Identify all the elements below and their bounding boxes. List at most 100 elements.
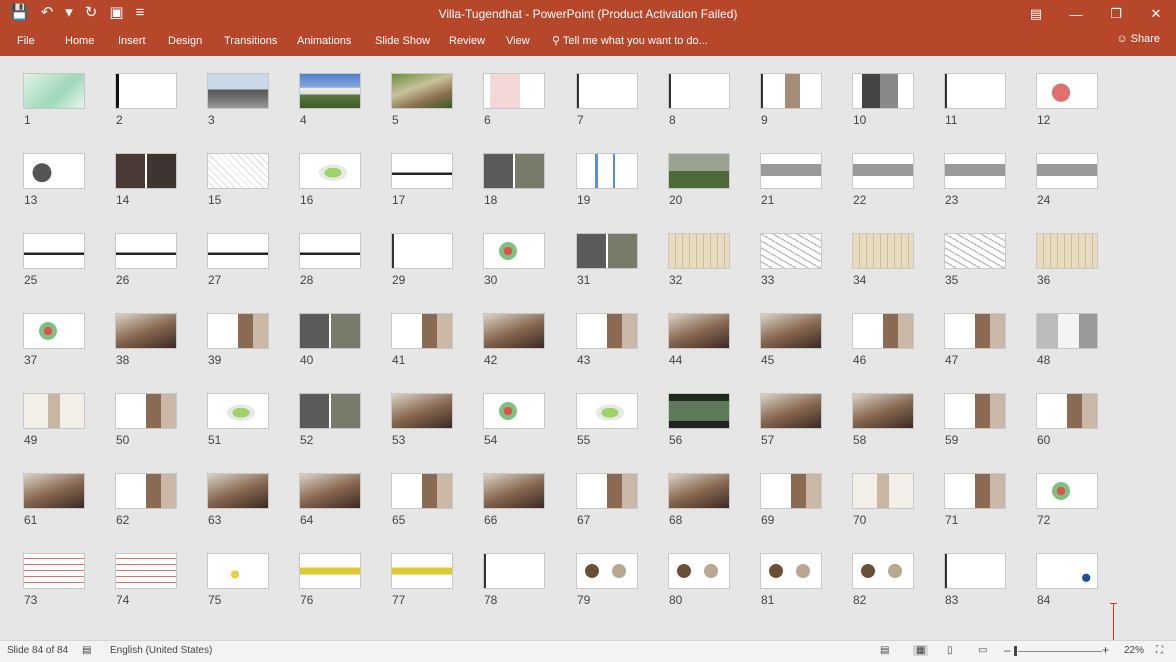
tab-transitions[interactable]: Transitions <box>224 35 277 47</box>
slide-thumbnail[interactable] <box>207 393 269 429</box>
slide-thumbnail[interactable] <box>391 153 453 189</box>
slide-thumbnail[interactable] <box>668 473 730 509</box>
slide-thumbnail[interactable] <box>391 73 453 109</box>
slide-thumbnail[interactable] <box>299 233 361 269</box>
tab-insert[interactable]: Insert <box>118 35 146 47</box>
slide-thumbnail[interactable] <box>576 153 638 189</box>
slide-thumbnail[interactable] <box>944 153 1006 189</box>
slide-thumbnail[interactable] <box>391 473 453 509</box>
slide-thumbnail[interactable] <box>668 553 730 589</box>
tab-slide-show[interactable]: Slide Show <box>375 35 430 47</box>
tab-file[interactable]: File <box>17 35 35 47</box>
tab-view[interactable]: View <box>506 35 530 47</box>
slide-thumbnail[interactable] <box>1036 393 1098 429</box>
zoom-out-button[interactable]: – <box>1004 643 1011 657</box>
slide-thumbnail[interactable] <box>576 473 638 509</box>
zoom-slider-thumb[interactable] <box>1014 646 1017 656</box>
slide-thumbnail[interactable] <box>944 313 1006 349</box>
slide-thumbnail[interactable] <box>483 233 545 269</box>
slide-thumbnail[interactable] <box>483 153 545 189</box>
slide-thumbnail[interactable] <box>668 393 730 429</box>
tab-animations[interactable]: Animations <box>297 35 351 47</box>
slide-thumbnail[interactable] <box>115 553 177 589</box>
slide-thumbnail[interactable] <box>1036 153 1098 189</box>
slide-thumbnail[interactable] <box>483 313 545 349</box>
slide-thumbnail[interactable] <box>391 553 453 589</box>
slideshow-view-icon[interactable]: ▭ <box>978 645 987 656</box>
slide-thumbnail[interactable] <box>207 473 269 509</box>
zoom-level[interactable]: 22% <box>1124 645 1144 656</box>
zoom-slider[interactable] <box>1018 651 1102 652</box>
slide-thumbnail[interactable] <box>852 73 914 109</box>
minimize-icon[interactable]: — <box>1056 0 1096 28</box>
slide-thumbnail[interactable] <box>668 153 730 189</box>
slide-thumbnail[interactable] <box>299 153 361 189</box>
slide-thumbnail[interactable] <box>115 73 177 109</box>
slide-thumbnail[interactable] <box>1036 553 1098 589</box>
close-icon[interactable]: ✕ <box>1136 0 1176 28</box>
slide-thumbnail[interactable] <box>760 393 822 429</box>
fit-to-window-icon[interactable]: ⛶ <box>1156 645 1163 656</box>
tab-home[interactable]: Home <box>65 35 94 47</box>
slide-thumbnail[interactable] <box>483 393 545 429</box>
slide-thumbnail[interactable] <box>944 233 1006 269</box>
language-indicator[interactable]: English (United States) <box>110 645 212 656</box>
tab-design[interactable]: Design <box>168 35 202 47</box>
slide-sorter-view-icon[interactable]: ▦ <box>913 645 929 656</box>
slide-thumbnail[interactable] <box>1036 313 1098 349</box>
slide-thumbnail[interactable] <box>944 473 1006 509</box>
slide-thumbnail[interactable] <box>115 393 177 429</box>
slide-thumbnail[interactable] <box>852 313 914 349</box>
slide-thumbnail[interactable] <box>760 233 822 269</box>
slide-thumbnail[interactable] <box>115 153 177 189</box>
slide-thumbnail[interactable] <box>23 553 85 589</box>
slide-thumbnail[interactable] <box>944 73 1006 109</box>
slide-thumbnail[interactable] <box>852 153 914 189</box>
restore-icon[interactable]: ❐ <box>1096 0 1136 28</box>
slide-thumbnail[interactable] <box>391 313 453 349</box>
slide-thumbnail[interactable] <box>115 473 177 509</box>
slide-thumbnail[interactable] <box>576 233 638 269</box>
slide-thumbnail[interactable] <box>576 73 638 109</box>
slide-thumbnail[interactable] <box>668 313 730 349</box>
slide-thumbnail[interactable] <box>944 393 1006 429</box>
share-button[interactable]: ☺ Share <box>1116 33 1160 45</box>
zoom-in-button[interactable]: + <box>1102 643 1109 657</box>
slide-thumbnail[interactable] <box>576 393 638 429</box>
slide-thumbnail[interactable] <box>207 553 269 589</box>
slide-thumbnail[interactable] <box>760 73 822 109</box>
ribbon-display-icon[interactable]: ▤ <box>1016 0 1056 28</box>
slide-thumbnail[interactable] <box>852 393 914 429</box>
slide-thumbnail[interactable] <box>207 313 269 349</box>
slide-thumbnail[interactable] <box>23 153 85 189</box>
slide-thumbnail[interactable] <box>944 553 1006 589</box>
slide-thumbnail[interactable] <box>760 313 822 349</box>
slide-thumbnail[interactable] <box>207 73 269 109</box>
tab-review[interactable]: Review <box>449 35 485 47</box>
slide-thumbnail[interactable] <box>483 473 545 509</box>
slide-thumbnail[interactable] <box>299 473 361 509</box>
slide-thumbnail[interactable] <box>23 233 85 269</box>
slide-thumbnail[interactable] <box>23 73 85 109</box>
slide-thumbnail[interactable] <box>207 153 269 189</box>
slide-thumbnail[interactable] <box>576 313 638 349</box>
normal-view-icon[interactable]: ▤ <box>880 645 889 656</box>
slide-thumbnail[interactable] <box>299 313 361 349</box>
slide-thumbnail[interactable] <box>391 233 453 269</box>
slide-thumbnail[interactable] <box>391 393 453 429</box>
slide-thumbnail[interactable] <box>207 233 269 269</box>
slide-thumbnail[interactable] <box>1036 233 1098 269</box>
slide-thumbnail[interactable] <box>115 233 177 269</box>
slide-thumbnail[interactable] <box>852 233 914 269</box>
slide-thumbnail[interactable] <box>576 553 638 589</box>
slide-thumbnail[interactable] <box>1036 73 1098 109</box>
slide-thumbnail[interactable] <box>299 553 361 589</box>
slide-thumbnail[interactable] <box>668 233 730 269</box>
slide-thumbnail[interactable] <box>483 553 545 589</box>
slide-thumbnail[interactable] <box>760 553 822 589</box>
slide-thumbnail[interactable] <box>299 73 361 109</box>
notes-icon[interactable]: ▤ <box>82 645 91 656</box>
slide-thumbnail[interactable] <box>115 313 177 349</box>
slide-thumbnail[interactable] <box>852 473 914 509</box>
slide-thumbnail[interactable] <box>299 393 361 429</box>
